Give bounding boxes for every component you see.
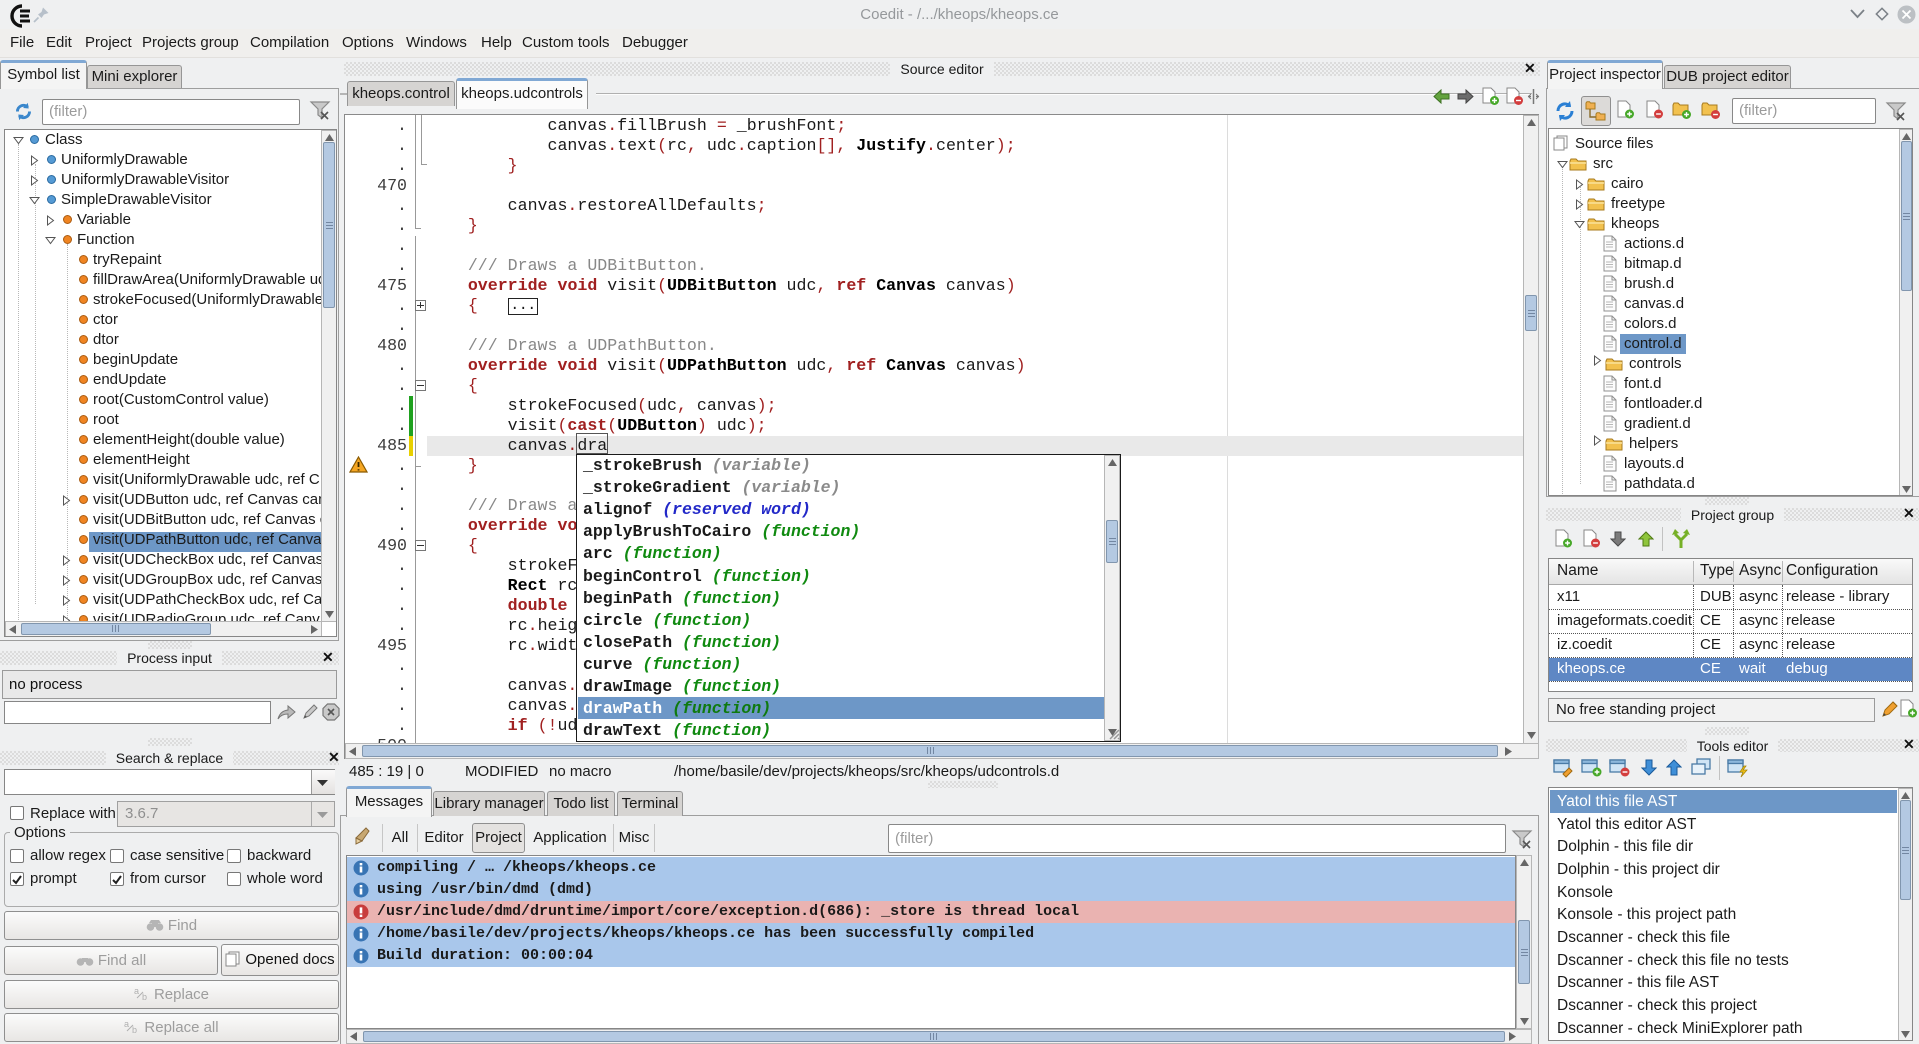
- svg-text:a: a: [124, 1020, 129, 1029]
- svg-text:b: b: [142, 992, 147, 1001]
- svg-text:a: a: [134, 987, 139, 996]
- svg-text:b: b: [132, 1025, 137, 1034]
